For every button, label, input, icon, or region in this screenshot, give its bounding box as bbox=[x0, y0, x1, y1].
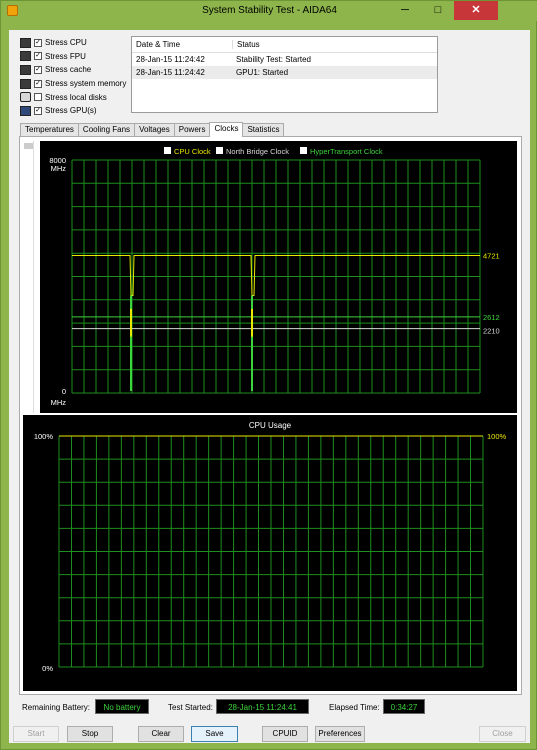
status-bar: Remaining Battery: No battery Test Start… bbox=[9, 699, 530, 715]
start-button[interactable]: Start bbox=[13, 726, 59, 742]
legend-checkbox-ht[interactable] bbox=[300, 147, 307, 154]
graph-tabs: Temperatures Cooling Fans Voltages Power… bbox=[20, 122, 285, 137]
battery-label: Remaining Battery: bbox=[22, 703, 91, 712]
test-started-label: Test Started: bbox=[168, 703, 213, 712]
stress-disks-label: Stress local disks bbox=[45, 92, 107, 102]
stress-cpu-label: Stress CPU bbox=[45, 38, 87, 48]
clear-button[interactable]: Clear bbox=[138, 726, 184, 742]
stress-cpu-option[interactable]: ✓ Stress CPU bbox=[20, 36, 135, 50]
battery-value: No battery bbox=[95, 699, 149, 714]
client-area: ✓ Stress CPU ✓ Stress FPU ✓ Stress cache ✓ S… bbox=[9, 30, 530, 743]
legend-hypertransport-clock: HyperTransport Clock bbox=[310, 147, 383, 156]
y-bottom-label: 0 bbox=[62, 387, 66, 396]
status-log[interactable]: Date & Time Status 28-Jan-15 11:24:42 Sta… bbox=[131, 36, 438, 113]
stress-memory-option[interactable]: ✓ Stress system memory bbox=[20, 77, 135, 91]
stress-memory-label: Stress system memory bbox=[45, 79, 127, 89]
clock-legend: CPU Clock North Bridge Clock HyperTransp… bbox=[164, 147, 383, 156]
cpu-usage-grid bbox=[58, 435, 484, 668]
stop-button[interactable]: Stop bbox=[67, 726, 113, 742]
y-bottom-unit: MHz bbox=[51, 398, 67, 407]
log-header-datetime[interactable]: Date & Time bbox=[132, 40, 232, 49]
log-row-datetime: 28-Jan-15 11:24:42 bbox=[136, 68, 205, 77]
stress-gpu-option[interactable]: ✓ Stress GPU(s) bbox=[20, 104, 135, 118]
stress-cache-checkbox[interactable]: ✓ bbox=[34, 65, 42, 74]
fpu-icon bbox=[20, 51, 31, 62]
stress-gpu-checkbox[interactable]: ✓ bbox=[34, 106, 42, 115]
log-row-status: Stability Test: Started bbox=[236, 55, 311, 64]
title-bar[interactable]: System Stability Test - AIDA64 ─ □ ✕ bbox=[1, 1, 537, 21]
gpu-icon bbox=[20, 105, 31, 116]
ht-clock-value: 2612 bbox=[483, 313, 500, 322]
tab-voltages[interactable]: Voltages bbox=[134, 123, 175, 137]
close-window-button[interactable]: ✕ bbox=[454, 1, 498, 20]
stress-cache-label: Stress cache bbox=[45, 65, 92, 75]
legend-checkbox-nb[interactable] bbox=[216, 147, 223, 154]
stress-cache-option[interactable]: ✓ Stress cache bbox=[20, 63, 135, 77]
elapsed-time-label: Elapsed Time: bbox=[329, 703, 380, 712]
preferences-button[interactable]: Preferences bbox=[315, 726, 365, 742]
scroll-thumb[interactable] bbox=[24, 143, 33, 149]
cache-icon bbox=[20, 64, 31, 75]
cpu-usage-title: CPU Usage bbox=[249, 421, 292, 430]
cpuid-button[interactable]: CPUID bbox=[262, 726, 308, 742]
save-button[interactable]: Save bbox=[191, 726, 238, 742]
cpu-usage-value: 100% bbox=[487, 432, 507, 441]
legend-checkbox-cpu[interactable] bbox=[164, 147, 171, 154]
nb-clock-value: 2210 bbox=[483, 327, 500, 336]
tab-clocks[interactable]: Clocks bbox=[209, 122, 244, 137]
maximize-button[interactable]: □ bbox=[422, 1, 454, 20]
stress-disks-option[interactable]: Stress local disks bbox=[20, 90, 135, 104]
usage-y-top-label: 100% bbox=[34, 432, 54, 441]
memory-icon bbox=[20, 78, 31, 89]
graph-panel: CPU Clock North Bridge Clock HyperTransp… bbox=[19, 136, 522, 695]
stress-fpu-checkbox[interactable]: ✓ bbox=[34, 52, 42, 61]
log-row[interactable]: 28-Jan-15 11:24:42 GPU1: Started bbox=[132, 66, 437, 79]
elapsed-time-value: 0:34:27 bbox=[383, 699, 425, 714]
tab-statistics[interactable]: Statistics bbox=[242, 123, 285, 137]
close-button[interactable]: Close bbox=[479, 726, 526, 742]
y-top-unit: MHz bbox=[51, 164, 67, 173]
clock-graph: CPU Clock North Bridge Clock HyperTransp… bbox=[40, 141, 517, 413]
stress-cpu-checkbox[interactable]: ✓ bbox=[34, 38, 42, 47]
log-row-datetime: 28-Jan-15 11:24:42 bbox=[136, 55, 205, 64]
tab-temperatures[interactable]: Temperatures bbox=[20, 123, 79, 137]
legend-cpu-clock: CPU Clock bbox=[174, 147, 211, 156]
legend-north-bridge-clock: North Bridge Clock bbox=[226, 147, 289, 156]
cpu-usage-graph-svg: CPU Usage 100% 0% 100% bbox=[34, 421, 507, 673]
cpu-icon bbox=[20, 37, 31, 48]
cpu-clock-value: 4721 bbox=[483, 252, 500, 261]
stress-memory-checkbox[interactable]: ✓ bbox=[34, 79, 42, 88]
cpu-usage-graph: CPU Usage 100% 0% 100% bbox=[23, 415, 517, 691]
stress-options: ✓ Stress CPU ✓ Stress FPU ✓ Stress cache ✓ S… bbox=[20, 36, 135, 118]
usage-y-bottom-label: 0% bbox=[42, 664, 53, 673]
tab-powers[interactable]: Powers bbox=[173, 123, 211, 137]
stress-fpu-option[interactable]: ✓ Stress FPU bbox=[20, 50, 135, 64]
stress-disks-checkbox[interactable] bbox=[34, 93, 42, 102]
disk-icon bbox=[20, 92, 31, 103]
log-header: Date & Time Status bbox=[132, 37, 437, 53]
log-row-status: GPU1: Started bbox=[236, 68, 289, 77]
tab-cooling-fans[interactable]: Cooling Fans bbox=[77, 123, 136, 137]
test-started-value: 28-Jan-15 11:24:41 bbox=[216, 699, 309, 714]
stress-gpu-label: Stress GPU(s) bbox=[45, 106, 97, 116]
stress-fpu-label: Stress FPU bbox=[45, 51, 86, 61]
app-window: System Stability Test - AIDA64 ─ □ ✕ ✓ St… bbox=[0, 0, 537, 750]
log-row[interactable]: 28-Jan-15 11:24:42 Stability Test: Starte… bbox=[132, 53, 437, 66]
minimize-button[interactable]: ─ bbox=[388, 1, 422, 20]
clock-graph-svg: CPU Clock North Bridge Clock HyperTransp… bbox=[49, 147, 500, 407]
graph-scrollbar[interactable] bbox=[22, 141, 34, 413]
button-bar: Start Stop Clear Save CPUID Preferences … bbox=[9, 726, 530, 742]
log-header-status[interactable]: Status bbox=[232, 40, 437, 49]
